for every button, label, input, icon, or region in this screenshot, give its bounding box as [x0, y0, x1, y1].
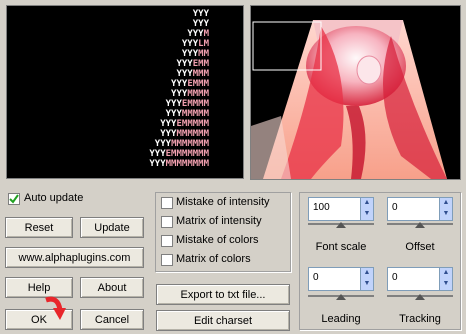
ascii-preview: YYY YYY YYYM YYYLM YYYMM YYYEMM YYYMMM Y…	[6, 5, 244, 179]
ascii-chars: YYY	[187, 29, 204, 39]
font-scale-spinner[interactable]: 100 ▲ ▼	[308, 197, 374, 221]
about-button[interactable]: About	[80, 277, 144, 298]
spin-down-icon[interactable]: ▼	[439, 209, 452, 220]
slider-thumb-icon[interactable]	[336, 222, 346, 228]
ascii-chars-pink: EMMMM	[181, 99, 209, 109]
ascii-chars: YYY	[160, 129, 177, 139]
slider-thumb-icon[interactable]	[415, 222, 425, 228]
ascii-chars-pink: MM	[198, 49, 209, 59]
font-scale-label: Font scale	[315, 241, 367, 253]
ascii-chars: YYY	[160, 119, 177, 129]
option-checkbox[interactable]	[161, 197, 173, 209]
ascii-chars-pink: EMMMMMMM	[165, 149, 209, 159]
spin-up-icon[interactable]: ▲	[439, 198, 452, 209]
ascii-chars-pink: M	[203, 29, 209, 39]
ascii-chars: YYY	[192, 19, 209, 29]
leading-slider[interactable]	[308, 294, 374, 307]
ascii-chars: YYY	[165, 99, 182, 109]
option-label: Mistake of colors	[176, 234, 259, 246]
checkmark-icon	[9, 194, 19, 204]
export-button[interactable]: Export to txt file...	[156, 284, 290, 305]
preview-image	[251, 6, 460, 179]
edit-charset-button[interactable]: Edit charset	[156, 310, 290, 331]
ascii-chars-pink: MMM	[192, 69, 209, 79]
spin-down-icon[interactable]: ▼	[439, 279, 452, 290]
option-label: Matrix of intensity	[176, 215, 262, 227]
tracking-value: 0	[392, 272, 398, 283]
cancel-button[interactable]: Cancel	[80, 309, 144, 330]
ascii-chars: YYY	[154, 139, 172, 149]
tracking-label: Tracking	[399, 313, 441, 325]
ascii-chars-pink: EMM	[192, 59, 209, 69]
ascii-chars: YYY	[181, 39, 199, 49]
ascii-chars-pink: EMMMMM	[176, 119, 209, 129]
offset-value: 0	[392, 202, 398, 213]
offset-spinner[interactable]: 0 ▲ ▼	[387, 197, 453, 221]
website-button[interactable]: www.alphaplugins.com	[5, 247, 144, 268]
spin-down-icon[interactable]: ▼	[360, 209, 373, 220]
option-label: Mistake of intensity	[176, 196, 270, 208]
ascii-chars-pink: MMMMMM	[176, 129, 209, 139]
font-scale-value: 100	[313, 202, 330, 213]
ascii-chars: YYY	[181, 49, 199, 59]
ascii-chars: YYY	[171, 79, 188, 89]
leading-value: 0	[313, 272, 319, 283]
slider-thumb-icon[interactable]	[415, 294, 425, 300]
tracking-slider[interactable]	[387, 294, 453, 307]
spin-up-icon[interactable]: ▲	[439, 268, 452, 279]
ascii-chars-pink: LM	[198, 39, 209, 49]
leading-label: Leading	[321, 313, 361, 325]
pointer-arrow-icon	[45, 296, 66, 320]
ascii-text: YYY YYY YYYM YYYLM YYYMM YYYEMM YYYMMM Y…	[149, 9, 209, 169]
offset-slider[interactable]	[387, 222, 453, 235]
checkbox-box[interactable]	[8, 193, 20, 205]
spin-down-icon[interactable]: ▼	[360, 279, 373, 290]
ascii-chars: YYY	[192, 9, 209, 19]
leading-spinner[interactable]: 0 ▲ ▼	[308, 267, 374, 291]
tracking-spinner[interactable]: 0 ▲ ▼	[387, 267, 453, 291]
ascii-chars: YYY	[165, 109, 182, 119]
update-button[interactable]: Update	[80, 217, 144, 238]
image-preview[interactable]	[250, 5, 461, 180]
spin-up-icon[interactable]: ▲	[360, 268, 373, 279]
ascii-chars: YYY	[149, 159, 166, 169]
ascii-chars-pink: MMMMMMMM	[165, 159, 209, 169]
ascii-chars: YYY	[176, 69, 193, 79]
ascii-chars-pink: MMMMM	[181, 109, 209, 119]
help-button[interactable]: Help	[5, 277, 73, 298]
ascii-chars: YYY	[149, 149, 166, 159]
offset-label: Offset	[405, 241, 435, 253]
ascii-chars: YYY	[171, 89, 188, 99]
slider-thumb-icon[interactable]	[336, 294, 346, 300]
ascii-chars-pink: MMMM	[187, 89, 209, 99]
option-checkbox[interactable]	[161, 216, 173, 228]
auto-update-label: Auto update	[24, 192, 84, 204]
spin-up-icon[interactable]: ▲	[360, 198, 373, 209]
reset-button[interactable]: Reset	[5, 217, 73, 238]
ascii-chars: YYY	[176, 59, 193, 69]
ascii-chars-pink: MMMMMMM	[171, 139, 209, 149]
font-scale-slider[interactable]	[308, 222, 374, 235]
ascii-chars-pink: EMMM	[187, 79, 209, 89]
option-label: Matrix of colors	[176, 253, 251, 265]
option-checkbox[interactable]	[161, 235, 173, 247]
option-checkbox[interactable]	[161, 254, 173, 266]
